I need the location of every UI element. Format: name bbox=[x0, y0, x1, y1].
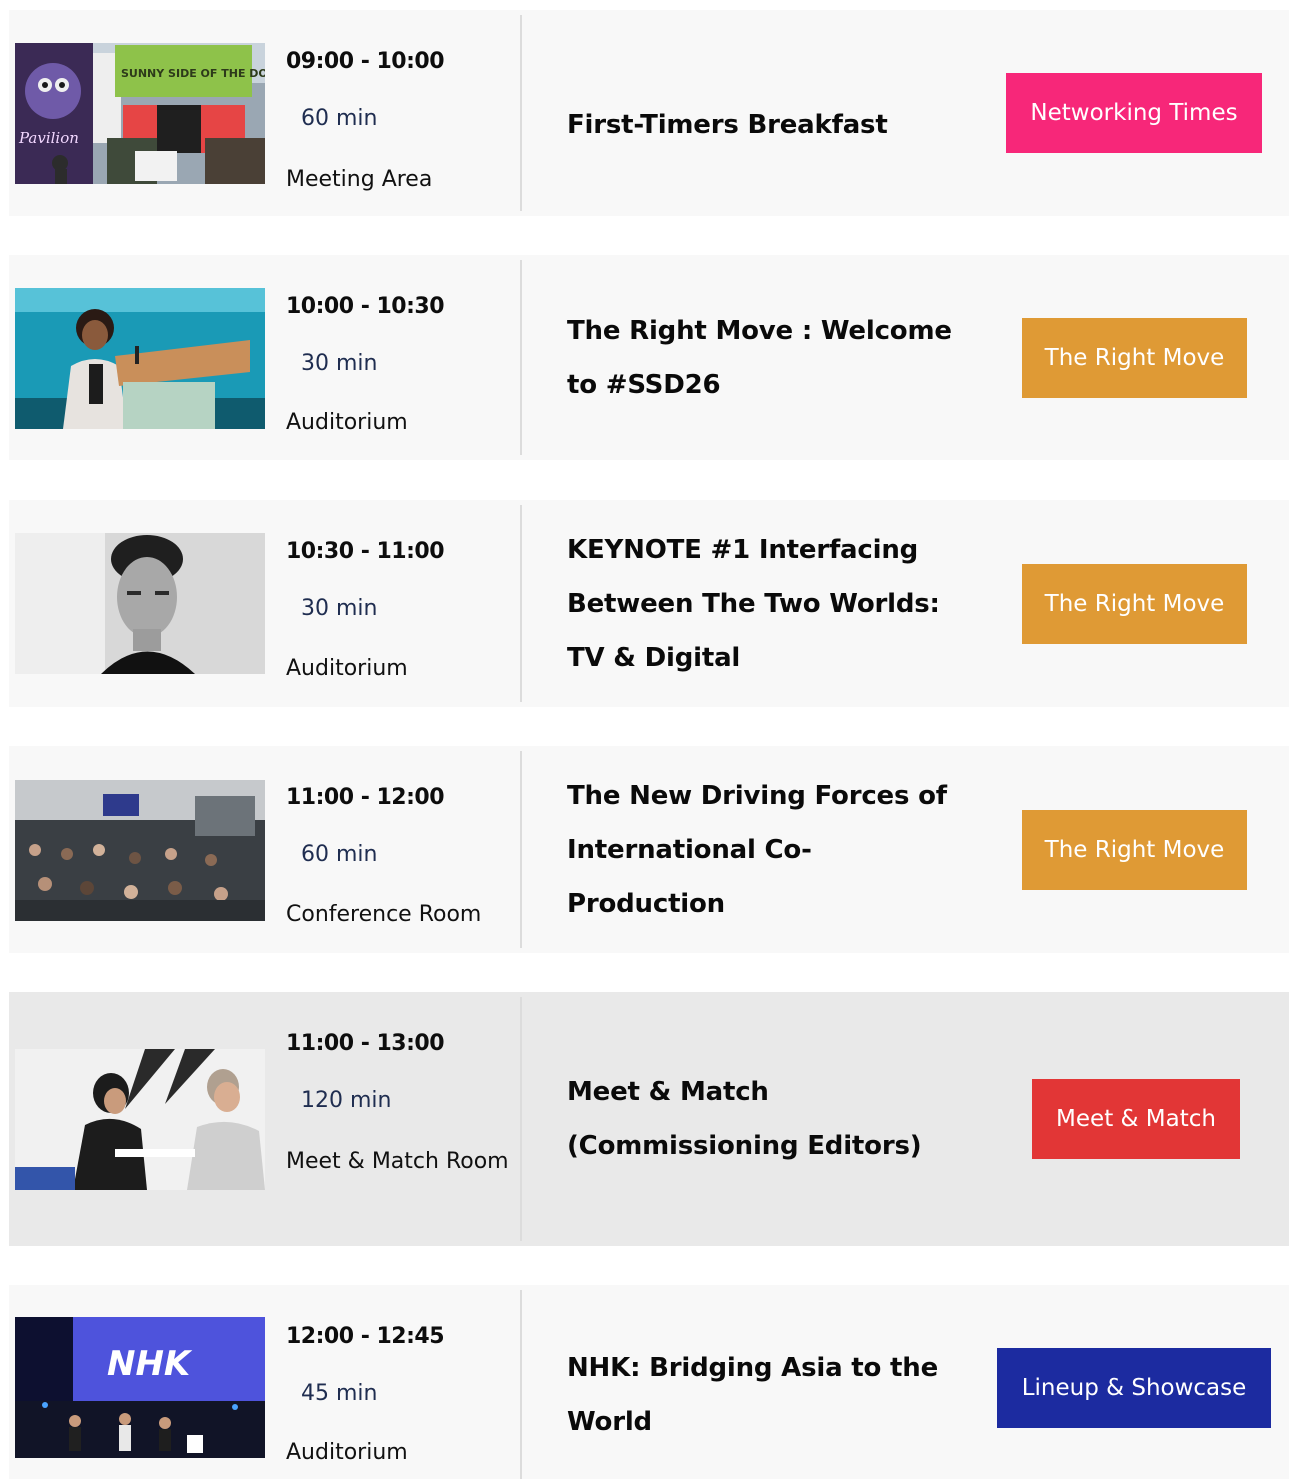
session-tag-button[interactable]: Networking Times bbox=[1006, 73, 1262, 153]
column-divider bbox=[520, 1290, 522, 1479]
column-divider bbox=[520, 260, 522, 455]
session-title[interactable]: First-Timers Breakfast bbox=[567, 98, 888, 152]
session-time: 11:00 - 12:00 bbox=[286, 785, 445, 810]
side-sign-text: Pavilion bbox=[18, 129, 79, 147]
banner-text: SUNNY SIDE OF THE DOC bbox=[121, 67, 265, 80]
session-tag-button[interactable]: The Right Move bbox=[1022, 564, 1247, 644]
session-image[interactable]: Pavilion SUNNY SIDE OF THE DOC bbox=[15, 43, 265, 184]
column-divider bbox=[520, 997, 522, 1241]
session-room: Conference Room bbox=[286, 902, 482, 927]
session-title[interactable]: NHK: Bridging Asia to the World bbox=[567, 1341, 952, 1449]
session-title[interactable]: KEYNOTE #1 Interfacing Between The Two W… bbox=[567, 523, 952, 685]
session-title[interactable]: The Right Move : Welcome to #SSD26 bbox=[567, 304, 952, 412]
stage-panel-photo: NHK bbox=[15, 1317, 265, 1458]
column-divider bbox=[520, 505, 522, 702]
session-duration: 30 min bbox=[301, 596, 378, 621]
session-row: 10:00 - 10:30 30 min Auditorium The Righ… bbox=[9, 255, 1289, 460]
session-room: Auditorium bbox=[286, 656, 408, 681]
session-row: 10:30 - 11:00 30 min Auditorium KEYNOTE … bbox=[9, 500, 1289, 707]
session-room: Auditorium bbox=[286, 410, 408, 435]
session-title[interactable]: The New Driving Forces of International … bbox=[567, 769, 952, 931]
portrait-photo bbox=[15, 533, 265, 674]
session-tag-button[interactable]: The Right Move bbox=[1022, 810, 1247, 890]
session-row: Pavilion SUNNY SIDE OF THE DOC 09:00 - 1… bbox=[9, 10, 1289, 216]
session-title-cell: Meet & Match (Commissioning Editors) bbox=[567, 992, 952, 1246]
session-title-cell: First-Timers Breakfast bbox=[567, 10, 952, 240]
speaker-podium-photo bbox=[15, 288, 265, 429]
session-tag-button[interactable]: The Right Move bbox=[1022, 318, 1247, 398]
session-row: 11:00 - 12:00 60 min Conference Room The… bbox=[9, 746, 1289, 953]
session-duration: 45 min bbox=[301, 1381, 378, 1406]
festival-entrance-photo: Pavilion SUNNY SIDE OF THE DOC bbox=[15, 43, 265, 184]
session-duration: 30 min bbox=[301, 351, 378, 376]
session-title-cell: The New Driving Forces of International … bbox=[567, 746, 952, 953]
session-room: Auditorium bbox=[286, 1440, 408, 1465]
session-row: NHK 12:00 - 12:45 45 min Auditorium NHK:… bbox=[9, 1285, 1289, 1479]
session-title-cell: KEYNOTE #1 Interfacing Between The Two W… bbox=[567, 500, 952, 707]
session-room: Meeting Area bbox=[286, 167, 433, 192]
session-time: 09:00 - 10:00 bbox=[286, 49, 445, 74]
conference-audience-photo bbox=[15, 780, 265, 921]
session-image[interactable] bbox=[15, 780, 265, 921]
session-image[interactable] bbox=[15, 533, 265, 674]
column-divider bbox=[520, 15, 522, 211]
schedule-list: Pavilion SUNNY SIDE OF THE DOC 09:00 - 1… bbox=[0, 0, 1289, 1479]
session-duration: 120 min bbox=[301, 1088, 392, 1113]
session-time: 10:30 - 11:00 bbox=[286, 539, 445, 564]
session-tag-button[interactable]: Lineup & Showcase bbox=[997, 1348, 1271, 1428]
column-divider bbox=[520, 751, 522, 948]
session-image[interactable] bbox=[15, 288, 265, 429]
session-tag-button[interactable]: Meet & Match bbox=[1032, 1079, 1240, 1159]
session-title[interactable]: Meet & Match (Commissioning Editors) bbox=[567, 1065, 952, 1173]
meeting-photo bbox=[15, 1049, 265, 1190]
session-title-cell: The Right Move : Welcome to #SSD26 bbox=[567, 255, 952, 460]
session-room: Meet & Match Room bbox=[286, 1149, 509, 1174]
session-duration: 60 min bbox=[301, 842, 378, 867]
session-time: 11:00 - 13:00 bbox=[286, 1031, 445, 1056]
stage-screen-text: NHK bbox=[107, 1344, 193, 1384]
session-row: 11:00 - 13:00 120 min Meet & Match Room … bbox=[9, 992, 1289, 1246]
session-time: 10:00 - 10:30 bbox=[286, 294, 445, 319]
session-title-cell: NHK: Bridging Asia to the World bbox=[567, 1285, 952, 1479]
session-time: 12:00 - 12:45 bbox=[286, 1324, 445, 1349]
session-image[interactable] bbox=[15, 1049, 265, 1190]
session-image[interactable]: NHK bbox=[15, 1317, 265, 1458]
session-duration: 60 min bbox=[301, 106, 378, 131]
